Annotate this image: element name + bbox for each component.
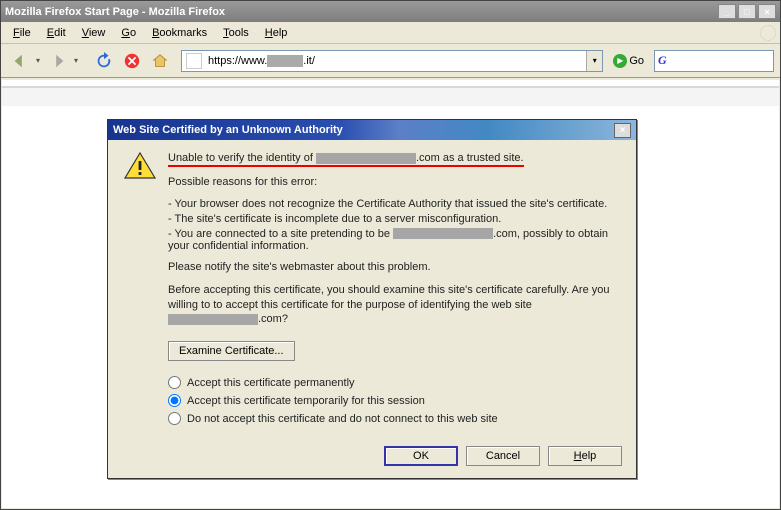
maximize-button[interactable]: □	[738, 4, 756, 19]
cert-warning-dialog: Web Site Certified by an Unknown Authori…	[107, 119, 637, 479]
stop-button[interactable]	[119, 48, 145, 74]
dialog-headline: Unable to verify the identity of .com as…	[168, 152, 620, 167]
menu-file[interactable]: File	[5, 25, 39, 41]
menu-view[interactable]: View	[74, 25, 114, 41]
forward-button[interactable]	[45, 48, 71, 74]
menu-go[interactable]: Go	[113, 25, 144, 41]
reasons-intro: Possible reasons for this error:	[168, 175, 620, 190]
warning-icon	[124, 152, 156, 180]
go-button[interactable]: ▶Go	[609, 54, 648, 68]
forward-dropdown[interactable]: ▾	[71, 56, 81, 65]
close-window-button[interactable]: ×	[758, 4, 776, 19]
reason-1: - Your browser does not recognize the Ce…	[168, 198, 620, 210]
search-box[interactable]: G	[654, 50, 774, 72]
help-button[interactable]: Help	[548, 446, 622, 466]
reason-3: - You are connected to a site pretending…	[168, 228, 620, 252]
notify-text: Please notify the site's webmaster about…	[168, 260, 620, 275]
url-dropdown[interactable]: ▾	[586, 51, 602, 71]
before-accept-text: Before accepting this certificate, you s…	[168, 283, 620, 328]
minimize-button[interactable]: _	[718, 4, 736, 19]
menubar: File Edit View Go Bookmarks Tools Help	[1, 22, 780, 44]
ok-button[interactable]: OK	[384, 446, 458, 466]
window-title: Mozilla Firefox Start Page - Mozilla Fir…	[5, 6, 225, 18]
radio-reject[interactable]: Do not accept this certificate and do no…	[168, 412, 620, 425]
search-engine-icon: G	[658, 53, 674, 69]
radio-temporary[interactable]: Accept this certificate temporarily for …	[168, 394, 620, 407]
dialog-close-button[interactable]: ×	[614, 123, 631, 138]
menu-tools[interactable]: Tools	[215, 25, 257, 41]
menu-edit[interactable]: Edit	[39, 25, 74, 41]
url-bar[interactable]: https://www..it/ ▾	[181, 50, 603, 72]
reload-button[interactable]	[91, 48, 117, 74]
back-dropdown[interactable]: ▾	[33, 56, 43, 65]
dialog-title: Web Site Certified by an Unknown Authori…	[113, 124, 343, 136]
back-button[interactable]	[7, 48, 33, 74]
dialog-titlebar: Web Site Certified by an Unknown Authori…	[108, 120, 636, 140]
menu-help[interactable]: Help	[257, 25, 296, 41]
throbber-icon	[760, 25, 776, 41]
browser-window: Mozilla Firefox Start Page - Mozilla Fir…	[0, 0, 781, 510]
url-input[interactable]: https://www..it/	[206, 55, 586, 67]
reason-2: - The site's certificate is incomplete d…	[168, 213, 620, 225]
home-button[interactable]	[147, 48, 173, 74]
menu-bookmarks[interactable]: Bookmarks	[144, 25, 215, 41]
examine-certificate-button[interactable]: Examine Certificate...	[168, 341, 295, 361]
window-titlebar: Mozilla Firefox Start Page - Mozilla Fir…	[1, 1, 780, 22]
cancel-button[interactable]: Cancel	[466, 446, 540, 466]
favicon-icon	[186, 53, 202, 69]
radio-permanent[interactable]: Accept this certificate permanently	[168, 376, 620, 389]
nav-toolbar: ▾ ▾ https://www..it/ ▾ ▶Go G	[1, 44, 780, 78]
